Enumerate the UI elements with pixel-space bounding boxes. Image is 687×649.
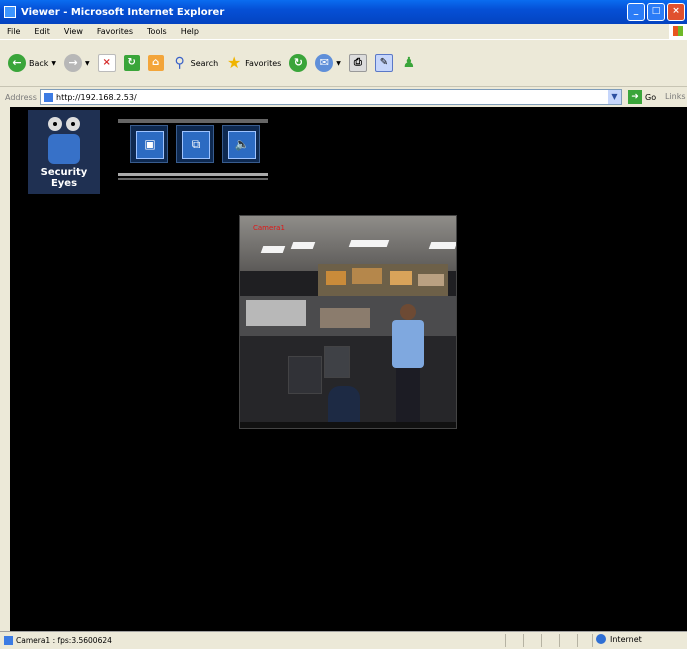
title-bar: Viewer - Microsoft Internet Explorer _ □… [0, 0, 687, 24]
logo-figure-icon [48, 134, 80, 164]
control-panel: ▣ ⧉ 🔈 [118, 119, 268, 182]
menu-view[interactable]: View [57, 27, 90, 36]
history-icon: ↻ [289, 54, 308, 72]
mail-button[interactable]: ✉ ▼ [315, 54, 341, 72]
printer-icon: ⎙ [348, 54, 367, 72]
address-input[interactable]: http://192.168.2.53/ ▼ [40, 89, 622, 105]
ie-icon [4, 6, 16, 18]
forward-arrow-icon: → [64, 54, 83, 72]
go-button[interactable]: ➜ Go [628, 90, 656, 104]
page-content: Security Eyes ▣ ⧉ 🔈 Camera1 [10, 107, 687, 631]
stop-icon: × [97, 54, 116, 72]
edit-page-icon: ✎ [374, 54, 393, 72]
logo-text: Security Eyes [40, 167, 88, 189]
edit-button[interactable]: ✎ [374, 54, 393, 72]
zone-label: Internet [610, 634, 642, 644]
address-label: Address [5, 92, 37, 102]
menu-help[interactable]: Help [174, 27, 206, 36]
left-eye-icon [48, 117, 62, 131]
links-button[interactable]: Links [665, 92, 686, 101]
menu-edit[interactable]: Edit [27, 27, 57, 36]
page-status-icon [4, 636, 13, 645]
messenger-icon: ♟ [402, 55, 416, 71]
fullscreen-button[interactable]: ⧉ [176, 125, 214, 163]
person-figure [390, 304, 426, 424]
back-arrow-icon: ← [8, 54, 26, 72]
home-icon: ⌂ [147, 55, 164, 71]
history-button[interactable]: ↻ [289, 54, 308, 72]
messenger-button[interactable]: ♟ [401, 55, 417, 71]
mail-icon: ✉ [315, 54, 334, 72]
security-zone: Internet [596, 634, 642, 644]
stop-button[interactable]: × [97, 54, 116, 72]
window-title: Viewer - Microsoft Internet Explorer [21, 6, 225, 18]
mail-dropdown-icon[interactable]: ▼ [336, 60, 341, 67]
forward-button[interactable]: → ▼ [64, 54, 90, 72]
print-button[interactable]: ⎙ [348, 54, 367, 72]
windows-logo-icon [669, 24, 687, 39]
globe-icon [596, 634, 606, 644]
fullscreen-icon: ⧉ [182, 131, 210, 159]
address-url: http://192.168.2.53/ [56, 92, 137, 102]
camera-video-feed[interactable]: Camera1 [239, 215, 457, 429]
audio-button[interactable]: 🔈 [222, 125, 260, 163]
minimize-button[interactable]: _ [627, 3, 645, 21]
refresh-icon: ↻ [123, 55, 140, 71]
favorites-button[interactable]: ★ Favorites [226, 55, 281, 71]
menu-file[interactable]: File [0, 27, 27, 36]
camera-view-button[interactable]: ▣ [130, 125, 168, 163]
address-dropdown-icon[interactable]: ▼ [608, 90, 621, 104]
search-icon: ⚲ [174, 55, 185, 71]
search-label: Search [190, 58, 219, 68]
go-label: Go [645, 92, 657, 102]
page-icon [44, 92, 53, 102]
search-button[interactable]: ⚲ Search [172, 55, 219, 71]
monitor-icon: ▣ [136, 131, 164, 159]
address-bar: Address http://192.168.2.53/ ▼ ➜ Go Link… [0, 86, 687, 107]
forward-dropdown-icon[interactable]: ▼ [85, 60, 90, 67]
status-message: Camera1 : fps:3.5600624 [16, 636, 112, 645]
maximize-button[interactable]: □ [647, 3, 665, 21]
go-arrow-icon: ➜ [628, 90, 642, 104]
camera-label: Camera1 [253, 224, 285, 232]
right-eye-icon [66, 117, 80, 131]
back-label: Back [29, 58, 49, 68]
menu-favorites[interactable]: Favorites [90, 27, 140, 36]
status-text: Camera1 : fps:3.5600624 [4, 636, 112, 645]
refresh-button[interactable]: ↻ [123, 55, 140, 71]
status-bar: Camera1 : fps:3.5600624 Internet [0, 631, 687, 649]
back-button[interactable]: ← Back ▼ [8, 54, 56, 72]
back-dropdown-icon[interactable]: ▼ [51, 60, 56, 67]
toolbar: ← Back ▼ → ▼ × ↻ ⌂ ⚲ Search ★ Favorites … [0, 39, 687, 86]
favorites-label: Favorites [245, 58, 282, 68]
menu-tools[interactable]: Tools [140, 27, 174, 36]
close-button[interactable]: × [667, 3, 685, 21]
star-icon: ★ [226, 53, 242, 72]
security-eyes-logo: Security Eyes [28, 110, 100, 194]
home-button[interactable]: ⌂ [147, 55, 164, 71]
menu-bar: File Edit View Favorites Tools Help [0, 24, 687, 39]
speaker-icon: 🔈 [228, 131, 256, 159]
